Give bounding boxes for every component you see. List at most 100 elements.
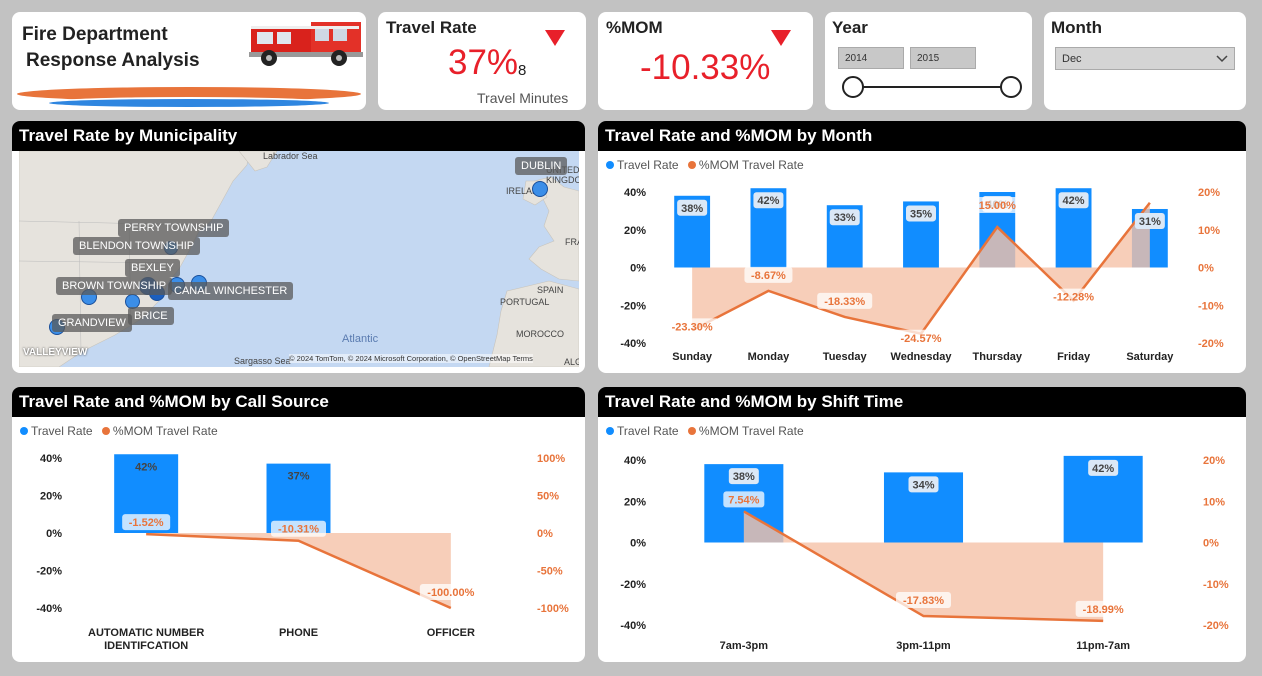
map[interactable]: Labrador Sea UNITED KINGDOM IRELAND FRA … — [19, 151, 579, 367]
mom-card: %MOM -10.33% — [598, 12, 813, 110]
category-label: OFFICER — [427, 627, 475, 639]
map-label-grandview[interactable]: GRANDVIEW — [52, 314, 132, 332]
month-title: Month — [1051, 18, 1102, 37]
mom-label: -12.28% — [1053, 292, 1094, 304]
y2-tick-label: 20% — [1198, 187, 1220, 199]
map-label-blendon-township[interactable]: BLENDON TOWNSHIP — [73, 237, 201, 255]
y2-tick-label: -20% — [1203, 620, 1229, 632]
category-label: Saturday — [1126, 351, 1174, 363]
category-label: Friday — [1057, 351, 1091, 363]
year-from-input[interactable]: 2014 — [838, 47, 904, 69]
map-label-canal-winchester[interactable]: CANAL WINCHESTER — [168, 282, 294, 300]
year-slider-track[interactable] — [853, 86, 1011, 88]
travel-rate-caption: Travel Minutes — [477, 90, 569, 106]
down-arrow-icon — [545, 30, 565, 46]
map-label-perry-township[interactable]: PERRY TOWNSHIP — [118, 219, 230, 237]
bar-label: 42% — [135, 461, 157, 473]
month-dropdown[interactable]: Dec — [1055, 47, 1235, 70]
y2-tick-label: -20% — [1198, 338, 1224, 350]
chevron-down-icon — [1216, 55, 1228, 63]
geo-label: Labrador Sea — [263, 151, 318, 161]
map-copyright[interactable]: © 2024 TomTom, © 2024 Microsoft Corporat… — [289, 354, 533, 363]
y2-tick-label: -10% — [1203, 579, 1229, 591]
y-tick-label: -20% — [620, 579, 646, 591]
bar-label: 38% — [733, 471, 755, 483]
month-combo-chart[interactable]: 40% 20% 0% -20% -40% 20% 10% 0% -10% -20% 38% 42% 33… — [598, 151, 1246, 373]
mom-label: 15.00% — [979, 200, 1017, 212]
y2-tick-label: -100% — [537, 603, 569, 615]
year-to-input[interactable]: 2015 — [910, 47, 976, 69]
y2-tick-label: 0% — [1203, 538, 1219, 550]
mom-label: 7.54% — [728, 494, 759, 506]
title-line-2: Response Analysis — [26, 50, 200, 71]
year-slider-start-handle[interactable] — [842, 76, 864, 98]
fire-truck-icon — [249, 22, 363, 66]
geo-label: FRA — [565, 237, 579, 247]
geo-label: SPAIN — [537, 285, 564, 295]
mom-label: -23.30% — [672, 321, 713, 333]
category-label: Wednesday — [891, 351, 953, 363]
bar-label: 33% — [834, 212, 856, 224]
map-bubble[interactable] — [532, 181, 548, 197]
travel-rate-minutes: 8 — [518, 62, 527, 79]
mom-title: %MOM — [606, 18, 663, 37]
year-slider-end-handle[interactable] — [1000, 76, 1022, 98]
map-brand-logo: VALLEYVIEW — [23, 347, 88, 358]
title-line-1: Fire Department — [22, 24, 168, 45]
y2-tick-label: 50% — [537, 491, 559, 503]
mom-label: -100.00% — [427, 587, 474, 599]
month-chart-title: Travel Rate and %MOM by Month — [598, 121, 1246, 151]
map-label-brown-township[interactable]: BROWN TOWNSHIP — [56, 277, 173, 295]
y-tick-label: -20% — [620, 300, 646, 312]
bar-label: 34% — [912, 479, 934, 491]
bar-label: 42% — [1063, 195, 1085, 207]
y2-tick-label: 20% — [1203, 455, 1225, 467]
map-land — [19, 151, 579, 367]
y2-tick-label: -50% — [537, 566, 563, 578]
map-panel-title: Travel Rate by Municipality — [12, 121, 585, 151]
category-label: 11pm-7am — [1076, 640, 1130, 652]
category-label: Sunday — [672, 351, 713, 363]
month-dropdown-value: Dec — [1062, 53, 1082, 65]
bar-label: 35% — [910, 208, 932, 220]
bar-label: 38% — [681, 203, 703, 215]
category-label: Monday — [748, 351, 790, 363]
shift-chart-title: Travel Rate and %MOM by Shift Time — [598, 387, 1246, 417]
shift-combo-chart[interactable]: 40% 20% 0% -20% -40% 20% 10% 0% -10% -20% 38% 34% 42… — [598, 417, 1246, 662]
travel-rate-value: 37% — [448, 43, 519, 82]
year-title: Year — [832, 18, 868, 37]
year-slicer: Year 2014 2015 — [825, 12, 1032, 110]
category-label: 3pm-11pm — [896, 640, 951, 652]
month-slicer: Month Dec — [1044, 12, 1246, 110]
mom-label: -18.99% — [1083, 604, 1124, 616]
mom-label: -18.33% — [824, 296, 865, 308]
y-tick-label: 0% — [46, 528, 62, 540]
y-tick-label: 20% — [40, 491, 62, 503]
mom-label: -24.57% — [901, 333, 942, 345]
geo-label: ALG — [564, 357, 579, 367]
mom-label: -17.83% — [903, 595, 944, 607]
bar-label: 31% — [1139, 216, 1161, 228]
shift-chart-panel: Travel Rate and %MOM by Shift Time Trave… — [598, 387, 1246, 662]
geo-label: MOROCCO — [516, 329, 564, 339]
y-tick-label: -40% — [36, 603, 62, 615]
call-source-chart-title: Travel Rate and %MOM by Call Source — [12, 387, 585, 417]
y2-tick-label: 10% — [1203, 496, 1225, 508]
map-label-brice[interactable]: BRICE — [128, 307, 174, 325]
municipality-map-panel: Travel Rate by Municipality Labrador Sea… — [12, 121, 585, 373]
map-label-bexley[interactable]: BEXLEY — [125, 259, 180, 277]
category-label: AUTOMATIC NUMBER — [88, 627, 204, 639]
map-label-dublin[interactable]: DUBLIN — [515, 157, 568, 175]
geo-label: Atlantic — [342, 333, 379, 345]
mom-label: -8.67% — [751, 270, 786, 282]
y2-tick-label: 0% — [537, 528, 553, 540]
bar-label: 37% — [287, 471, 309, 483]
y-tick-label: -40% — [620, 620, 646, 632]
y-tick-label: 40% — [40, 453, 62, 465]
mom-value: -10.33% — [640, 48, 771, 87]
call-source-combo-chart[interactable]: 40% 20% 0% -20% -40% 100% 50% 0% -50% -100% 42% 37%… — [12, 417, 585, 662]
y-tick-label: 40% — [624, 455, 646, 467]
month-chart-panel: Travel Rate and %MOM by Month Travel Rat… — [598, 121, 1246, 373]
title-swoosh — [17, 87, 361, 107]
y2-tick-label: 100% — [537, 453, 565, 465]
